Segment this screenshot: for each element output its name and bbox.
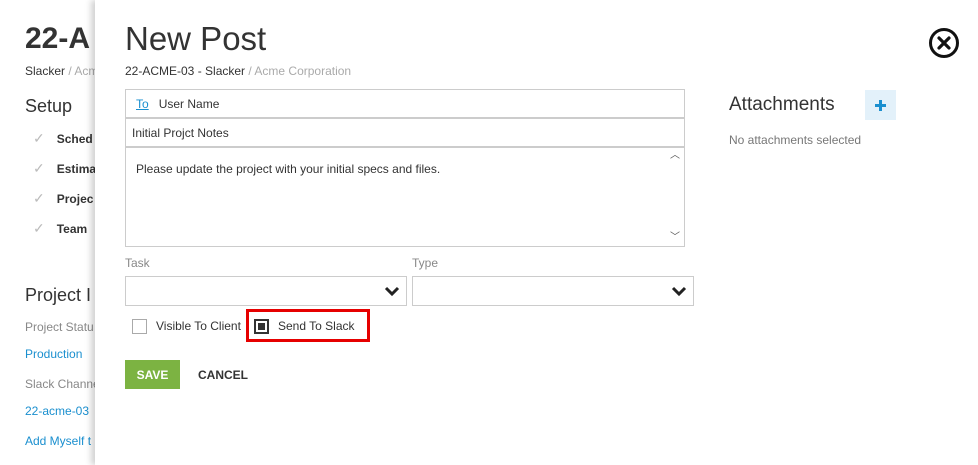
new-post-panel: New Post 22-ACME-03 - Slacker / Acme Cor… [95,0,978,465]
setup-item-project[interactable]: ✓ Projec [33,190,93,207]
setup-item-team[interactable]: ✓ Team [33,220,87,237]
checkmark-icon: ✓ [33,160,45,176]
setup-heading: Setup [25,96,73,116]
chevron-down-icon [384,286,400,297]
setup-item-label: Estima [56,162,97,176]
subject-input[interactable]: Initial Projct Notes [125,118,685,147]
scroll-down-icon[interactable]: ﹀ [670,232,680,244]
chevron-down-icon [671,286,687,297]
breadcrumb-primary[interactable]: Slacker [25,64,65,78]
breadcrumb: 22-ACME-03 - Slacker / Acme Corporation [125,64,351,78]
project-title: 22-A [25,22,91,55]
setup-item-schedule[interactable]: ✓ Sched [33,130,93,147]
breadcrumb-company: / Acme Corporation [248,64,352,78]
setup-item-estimate[interactable]: ✓ Estima [33,160,96,177]
setup-item-label: Projec [56,192,94,206]
type-label: Type [412,256,439,270]
add-attachment-button[interactable] [865,90,896,120]
checkmark-icon: ✓ [33,190,45,206]
close-icon [937,36,951,50]
slack-channel-label: Slack Channe [25,377,100,391]
visible-to-client-option[interactable]: Visible To Client [132,316,241,336]
to-field[interactable]: To User Name [125,89,685,118]
attachments-empty-text: No attachments selected [729,133,862,147]
project-status-value[interactable]: Production [25,347,82,361]
task-select[interactable] [125,276,407,306]
message-text: Please update the project with your init… [136,162,441,176]
to-link[interactable]: To [136,97,149,111]
checkmark-icon: ✓ [33,220,45,236]
textarea-scrollbar[interactable]: ︿ ﹀ [668,150,682,244]
attachments-heading: Attachments [729,94,835,115]
page-title: New Post [125,20,267,57]
plus-icon [875,99,886,111]
message-textarea[interactable]: Please update the project with your init… [125,147,685,247]
task-label: Task [125,256,150,270]
project-status-label: Project Statu [25,320,94,334]
visible-to-client-checkbox[interactable] [132,318,147,334]
setup-item-label: Sched [56,132,93,146]
type-select[interactable] [412,276,694,306]
project-breadcrumb: Slacker / Acme [25,64,105,78]
scroll-up-icon[interactable]: ︿ [670,150,680,162]
add-myself-link[interactable]: Add Myself t [25,434,91,448]
project-info-heading: Project I [25,285,92,305]
subject-value: Initial Projct Notes [132,125,229,140]
close-button[interactable] [929,28,959,58]
cancel-button[interactable]: CANCEL [198,360,248,389]
setup-item-label: Team [56,222,88,236]
visible-to-client-label: Visible To Client [156,319,241,333]
checkmark-icon: ✓ [33,130,45,146]
to-value[interactable]: User Name [159,97,220,111]
slack-channel-value[interactable]: 22-acme-03 [25,404,89,418]
save-button[interactable]: SAVE [125,360,180,389]
highlight-box [246,309,370,342]
breadcrumb-project[interactable]: 22-ACME-03 - Slacker [125,64,245,78]
